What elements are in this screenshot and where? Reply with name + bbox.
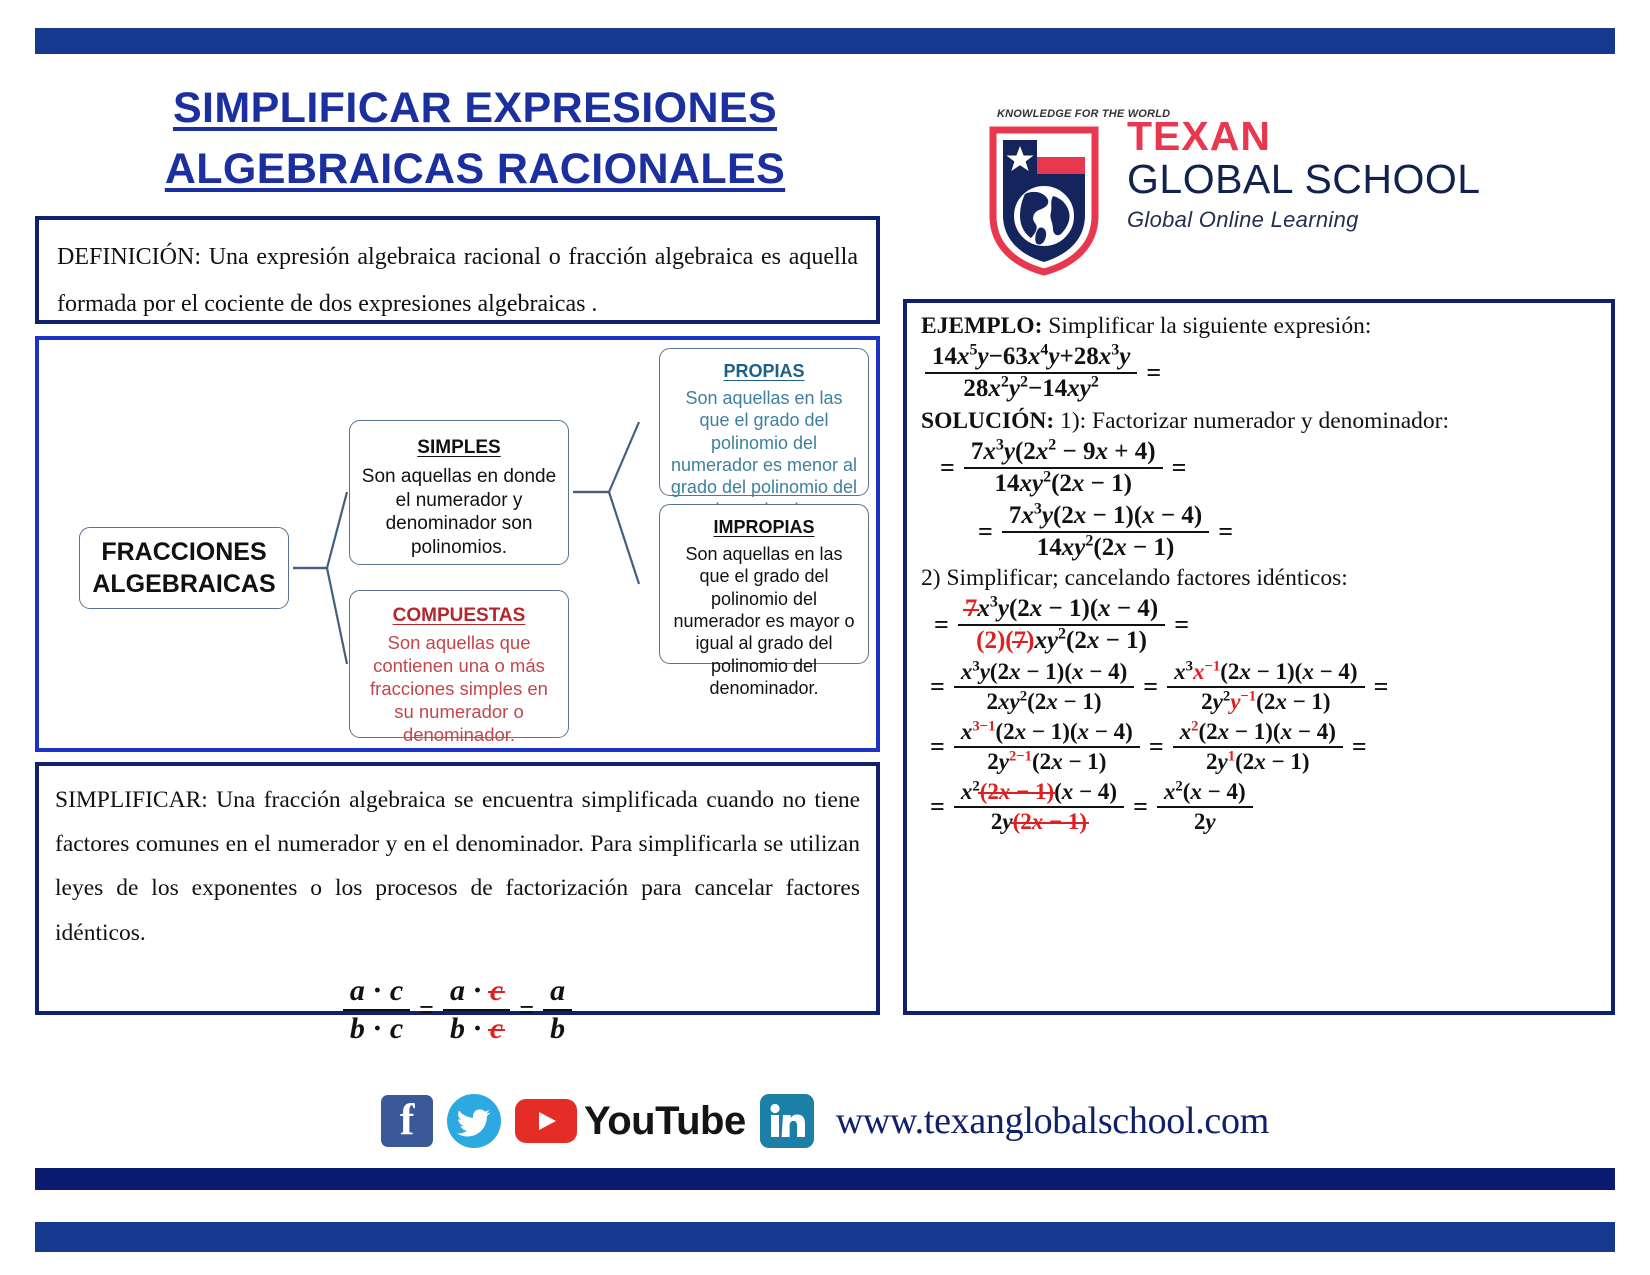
logo-subtitle: Global Online Learning [1127,206,1359,232]
footer-social-bar: YouTube www.texanglobalschool.com [0,1082,1650,1160]
diagram-node-propias[interactable]: PROPIAS Son aquellas en las que el grado… [659,348,869,520]
solucion-step1-a: = 7x3y(2x2 − 9x + 4) 14xy2(2x − 1) = [940,436,1187,497]
diagram-node-compuestas-body: Son aquellas que contienen una o más fra… [370,632,548,745]
youtube-wordmark: YouTube [584,1098,746,1143]
solucion-step2-a: = 7x3y(2x − 1)(x − 4) (2)(7)xy2(2x − 1) … [934,593,1190,654]
diagram-node-root[interactable]: FRACCIONES ALGEBRAICAS [79,527,289,609]
page-title: SIMPLIFICAR EXPRESIONES ALGEBRAICAS RACI… [60,78,890,200]
linkedin-glyph [770,1103,805,1137]
diagram-node-impropias-body: Son aquellas en las que el grado del pol… [673,544,855,698]
solucion-step2-b: = x3y(2x − 1)(x − 4) 2xy2(2x − 1) = x3x−… [930,658,1389,714]
diagram-node-root-label: FRACCIONES ALGEBRAICAS [92,537,276,599]
page-title-line-2: ALGEBRAICAS RACIONALES [164,145,786,194]
linkedin-icon[interactable] [759,1094,814,1148]
youtube-play-icon [515,1099,578,1143]
solucion-step2-label: 2) Simplificar; cancelando factores idén… [921,565,1348,591]
simplificar-label: SIMPLIFICAR: [55,787,208,813]
shield-globe-icon [989,126,1099,276]
solucion-line: SOLUCIÓN: 1): Factorizar numerador y den… [921,408,1597,435]
ejemplo-prompt-text: Simplificar la siguiente expresión: [1042,313,1372,339]
fracciones-algebraicas-diagram: FRACCIONES ALGEBRAICAS SIMPLES Son aquell… [35,336,880,752]
diagram-node-compuestas[interactable]: COMPUESTAS Son aquellas que contienen un… [349,590,569,745]
solucion-step2-d: = x2(2x − 1)(x − 4) 2y(2x − 1) = x2(x − … [919,778,1597,836]
ejemplo-box: EJEMPLO: Simplificar la siguiente expres… [903,299,1615,1015]
ejemplo-prompt: EJEMPLO: Simplificar la siguiente expres… [921,313,1597,340]
diagram-node-simples-header: SIMPLES [417,437,501,458]
diagram-node-impropias[interactable]: IMPROPIAS Son aquellas en las que el gra… [659,504,869,698]
definicion-label: DEFINICIÓN: [57,244,201,270]
bottom-decorative-band-dark [35,1168,1615,1190]
bottom-decorative-band-blue [35,1222,1615,1252]
website-url[interactable]: www.texanglobalschool.com [836,1099,1270,1143]
definicion-text: DEFINICIÓN: Una expresión algebraica rac… [57,234,858,328]
brand-logo: KNOWLEDGE FOR THE WORLD TEXAN GLOBAL SCH… [975,98,1555,288]
diagram-node-propias-header: PROPIAS [723,361,805,381]
twitter-icon[interactable] [447,1094,502,1148]
diagram-node-compuestas-header: COMPUESTAS [392,605,526,626]
youtube-logo[interactable]: YouTube [515,1099,746,1144]
solucion-step1-b: = 7x3y(2x − 1)(x − 4) 14xy2(2x − 1) = [978,500,1234,561]
diagram-node-impropias-header: IMPROPIAS [713,517,815,537]
solucion-label: SOLUCIÓN: [921,408,1055,434]
facebook-icon[interactable] [381,1095,434,1147]
simplificar-box: SIMPLIFICAR: Una fracción algebraica se … [35,762,880,1045]
solucion-step2-c: = x3−1(2x − 1)(x − 4) 2y2−1(2x − 1) = x2… [930,718,1367,774]
diagram-node-simples-body: Son aquellas en donde el numerador y den… [361,466,557,558]
simplificar-formula: a · c b · c = a · c b · c = a b [55,973,860,1047]
page-title-line-1: SIMPLIFICAR EXPRESIONES [172,84,778,132]
logo-name-global-school: GLOBAL SCHOOL [1127,156,1481,202]
diagram-node-propias-body: Son aquellas en las que el grado del pol… [670,388,858,520]
logo-name-texan: TEXAN [1127,113,1271,159]
ejemplo-expression: 14x5y−63x4y+28x3y 28x2y2−14xy2 = [923,342,1597,404]
logo-wordmark: TEXAN GLOBAL SCHOOL Global Online Learni… [1127,116,1547,233]
twitter-bird-glyph [456,1109,491,1137]
ejemplo-label: EJEMPLO: [921,313,1043,339]
definicion-box: DEFINICIÓN: Una expresión algebraica rac… [35,216,880,324]
diagram-node-simples[interactable]: SIMPLES Son aquellas en donde el numerad… [349,420,569,565]
simplificar-text: SIMPLIFICAR: Una fracción algebraica se … [55,778,860,955]
top-decorative-band [35,28,1615,54]
solucion-step1: 1): Factorizar numerador y denominador: [1054,408,1449,434]
